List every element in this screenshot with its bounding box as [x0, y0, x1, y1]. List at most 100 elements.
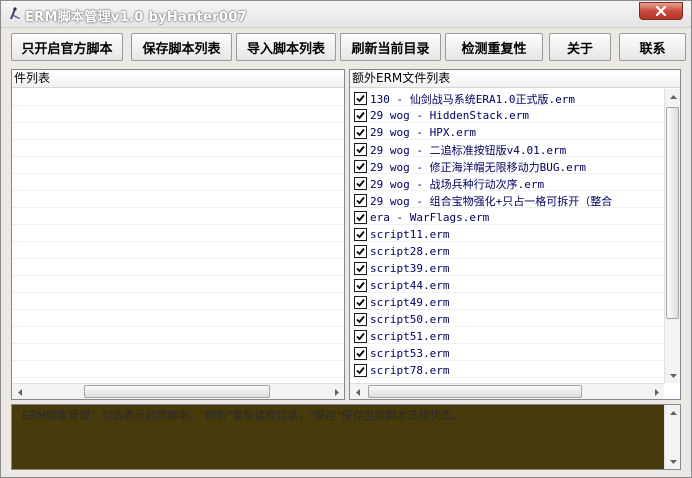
list-item[interactable]: 29 wog - HiddenStack.erm [354, 107, 660, 124]
official-list-hscrollbar[interactable] [12, 383, 344, 399]
list-item[interactable]: 29 wog - 战场兵种行动次序.erm [354, 175, 660, 192]
list-row[interactable] [12, 208, 344, 225]
log-vscrollbar[interactable] [664, 405, 680, 469]
checkbox[interactable] [354, 279, 367, 292]
about-button[interactable]: 关于 [549, 33, 611, 61]
checkbox[interactable] [354, 330, 367, 343]
arrow-down-icon [669, 459, 677, 464]
list-row[interactable] [12, 361, 344, 378]
list-item-label: 29 wog - 战场兵种行动次序.erm [370, 177, 545, 191]
list-item[interactable]: script53.erm [354, 345, 660, 362]
list-item[interactable]: 29 wog - HPX.erm [354, 124, 660, 141]
list-row[interactable] [12, 123, 344, 140]
checkmark-icon [356, 162, 365, 171]
list-item[interactable]: script49.erm [354, 294, 660, 311]
list-row[interactable] [12, 259, 344, 276]
import-script-list-button[interactable]: 导入脚本列表 [236, 33, 336, 61]
list-item[interactable]: 29 wog - 修正海洋帽无限移动力BUG.erm [354, 158, 660, 175]
checkbox[interactable] [354, 211, 367, 224]
checkbox[interactable] [354, 194, 367, 207]
scroll-right-button[interactable] [328, 384, 344, 400]
list-item-label: script28.erm [370, 245, 450, 258]
list-item[interactable]: script28.erm [354, 243, 660, 260]
scroll-up-button[interactable] [665, 405, 681, 421]
extra-erm-file-list[interactable]: 额外ERM文件列表 130 - 仙剑战马系统ERA1.0正式版.erm 29 w… [349, 69, 681, 400]
list-item-label: 29 wog - 二追标准按钮版v4.01.erm [370, 143, 567, 157]
list-item[interactable]: era - WarFlags.erm [354, 209, 660, 226]
checkbox[interactable] [354, 109, 367, 122]
checkmark-icon [356, 264, 365, 273]
scroll-left-button[interactable] [350, 384, 366, 400]
title-bar[interactable]: ERM脚本管理v1.0 byHanter007 [1, 1, 691, 28]
extra-list-vscrollbar[interactable] [664, 89, 680, 383]
scroll-left-button[interactable] [12, 384, 28, 400]
checkbox[interactable] [354, 143, 367, 156]
list-row[interactable] [12, 327, 344, 344]
checkmark-icon [356, 111, 365, 120]
list-item-label: script11.erm [370, 228, 450, 241]
checkbox[interactable] [354, 364, 367, 377]
list-item[interactable]: 130 - 仙剑战马系统ERA1.0正式版.erm [354, 90, 660, 107]
checkbox[interactable] [354, 92, 367, 105]
checkbox[interactable] [354, 313, 367, 326]
list-row[interactable] [12, 191, 344, 208]
list-item[interactable]: script44.erm [354, 277, 660, 294]
arrow-left-icon [17, 388, 22, 396]
close-button[interactable] [639, 2, 683, 20]
scroll-down-button[interactable] [665, 367, 681, 383]
toolbar: 只开启官方脚本 保存脚本列表 导入脚本列表 刷新当前目录 检测重复性 关于 联系 [1, 31, 691, 63]
official-file-list-header[interactable]: 件列表 [12, 70, 344, 88]
scroll-right-button[interactable] [648, 384, 664, 400]
checkbox[interactable] [354, 296, 367, 309]
list-row[interactable] [12, 344, 344, 361]
list-item-label: script78.erm [370, 364, 450, 377]
list-row[interactable] [12, 140, 344, 157]
list-item[interactable]: 29 wog - 组合宝物强化+只占一格可拆开（整合 [354, 192, 660, 209]
list-row[interactable] [12, 225, 344, 242]
list-row[interactable] [12, 293, 344, 310]
save-script-list-button[interactable]: 保存脚本列表 [131, 33, 232, 61]
list-item[interactable]: script51.erm [354, 328, 660, 345]
list-row[interactable] [12, 174, 344, 191]
scroll-thumb[interactable] [666, 107, 679, 319]
checkmark-icon [356, 366, 365, 375]
list-row[interactable] [12, 276, 344, 293]
list-row[interactable] [12, 157, 344, 174]
check-duplicates-button[interactable]: 检测重复性 [445, 33, 543, 61]
close-icon [655, 5, 667, 17]
checkbox[interactable] [354, 262, 367, 275]
list-row[interactable] [12, 310, 344, 327]
checkbox[interactable] [354, 347, 367, 360]
official-scripts-only-button[interactable]: 只开启官方脚本 [11, 33, 123, 61]
list-row[interactable] [12, 89, 344, 106]
main-window: ERM脚本管理v1.0 byHanter007 只开启官方脚本 保存脚本列表 导… [0, 0, 692, 478]
list-item-label: era - WarFlags.erm [370, 211, 490, 224]
checkmark-icon [356, 196, 365, 205]
checkbox[interactable] [354, 126, 367, 139]
checkmark-icon [356, 281, 365, 290]
contact-button[interactable]: 联系 [619, 33, 686, 61]
checkbox[interactable] [354, 228, 367, 241]
extra-list-hscrollbar[interactable] [350, 383, 664, 399]
checkmark-icon [356, 213, 365, 222]
list-item[interactable]: script78.erm [354, 362, 660, 379]
refresh-directory-button[interactable]: 刷新当前目录 [340, 33, 441, 61]
list-item[interactable]: 29 wog - 二追标准按钮版v4.01.erm [354, 141, 660, 158]
checkbox[interactable] [354, 245, 367, 258]
list-item[interactable]: script50.erm [354, 311, 660, 328]
scroll-thumb[interactable] [368, 385, 582, 398]
scroll-up-button[interactable] [665, 89, 681, 105]
list-item[interactable]: script11.erm [354, 226, 660, 243]
log-textarea[interactable]: ERM脚本管理：勾选表示启用脚本，"刷新"重新读取目录，"保存"保存当前脚本选择… [11, 404, 681, 470]
window-title: ERM脚本管理v1.0 byHanter007 [25, 10, 248, 25]
list-row[interactable] [12, 106, 344, 123]
list-item[interactable]: script39.erm [354, 260, 660, 277]
list-row[interactable] [12, 242, 344, 259]
scroll-down-button[interactable] [665, 453, 681, 469]
checkbox[interactable] [354, 160, 367, 173]
extra-erm-file-list-header[interactable]: 额外ERM文件列表 [350, 70, 680, 88]
scroll-thumb[interactable] [84, 385, 270, 398]
checkbox[interactable] [354, 177, 367, 190]
official-file-list[interactable]: 件列表 [11, 69, 345, 400]
checkmark-icon [356, 298, 365, 307]
